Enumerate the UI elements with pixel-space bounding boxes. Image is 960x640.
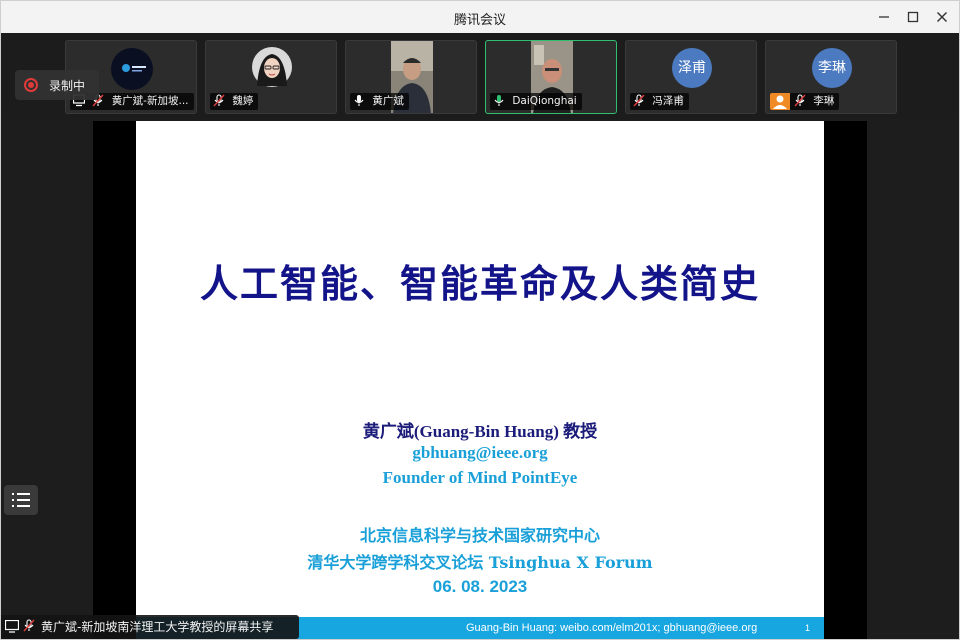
recording-indicator[interactable]: 录制中 [15,70,99,100]
slide-author: 黄广斌(Guang-Bin Huang) 教授 [362,422,598,441]
user-icon [770,93,790,110]
participant-name-tag: 冯泽甫 [630,93,689,110]
presentation-slide: 人工智能、智能革命及人类简史 黄广斌(Guang-Bin Huang) 教授 g… [136,121,824,639]
slide-founder: Founder of Mind PointEye [382,468,578,487]
screen-share-label: 黄广斌-新加坡南洋理工大学教授的屏幕共享 [1,615,299,639]
window-title: 腾讯会议 [453,13,506,28]
slide-email: gbhuang@ieee.org [412,443,548,462]
close-icon [937,12,947,22]
minimize-button[interactable] [873,7,895,27]
mic-muted-icon [633,94,645,107]
maximize-icon [907,11,919,23]
mic-muted-icon [213,94,225,107]
mic-speaking-icon [494,95,504,106]
participant-name: DaiQionghai [512,95,577,107]
mic-muted-icon [23,619,35,632]
avatar: 泽甫 [672,48,712,88]
minimize-icon [879,16,889,18]
participant-strip: 黄广斌-新加坡... 魏婷 黄广斌 DaiQionghai 泽甫 冯泽甫 李琳 … [1,33,959,119]
screen-share-icon [5,620,19,633]
participant-name-tag: 魏婷 [210,93,259,110]
title-bar: 腾讯会议 [1,1,959,33]
slide-page-number: 1 [804,623,810,633]
participant-name-tag: 黄广斌 [350,93,409,110]
slide-research-center: 北京信息科学与技术国家研究中心 [359,526,600,545]
mic-icon [354,95,364,106]
participant-name: 黄广斌 [372,95,404,107]
mic-muted-icon [794,94,806,107]
avatar [252,47,292,87]
recording-label: 录制中 [49,79,86,93]
participant-name: 黄广斌-新加坡... [111,95,189,107]
participant-tile[interactable]: 泽甫 冯泽甫 [625,40,757,114]
participant-tile[interactable]: 李琳 李琳 [765,40,897,114]
meeting-stage: 黄广斌-新加坡... 魏婷 黄广斌 DaiQionghai 泽甫 冯泽甫 李琳 … [1,33,959,639]
meeting-window: 腾讯会议 黄广斌-新加坡... 魏婷 黄广斌 DaiQionghai 泽甫 冯泽… [0,0,960,640]
screen-share-text: 黄广斌-新加坡南洋理工大学教授的屏幕共享 [41,620,274,634]
participant-tile[interactable]: 魏婷 [205,40,337,114]
participant-name: 冯泽甫 [652,95,684,107]
slide-title: 人工智能、智能革命及人类简史 [199,261,760,306]
close-button[interactable] [931,7,953,27]
slide-date: 06. 08. 2023 [432,577,528,596]
list-icon [12,493,30,507]
participant-tile[interactable]: 黄广斌 [345,40,477,114]
avatar: 李琳 [812,48,852,88]
record-icon [24,78,38,92]
company-logo [111,48,153,90]
slide-footer-text: Guang-Bin Huang: weibo.com/elm201x; gbhu… [466,622,758,634]
member-list-button[interactable] [4,485,38,515]
slide-forum: 清华大学跨学科交叉论坛 Tsinghua X Forum [307,553,653,572]
participant-name: 魏婷 [232,95,254,107]
participant-name-tag: 李琳 [770,93,840,110]
participant-name: 李琳 [813,95,835,107]
participant-name-tag: DaiQionghai [490,93,582,110]
participant-tile[interactable]: DaiQionghai [485,40,617,114]
screen-share-view: 人工智能、智能革命及人类简史 黄广斌(Guang-Bin Huang) 教授 g… [93,121,867,639]
maximize-button[interactable] [902,7,924,27]
